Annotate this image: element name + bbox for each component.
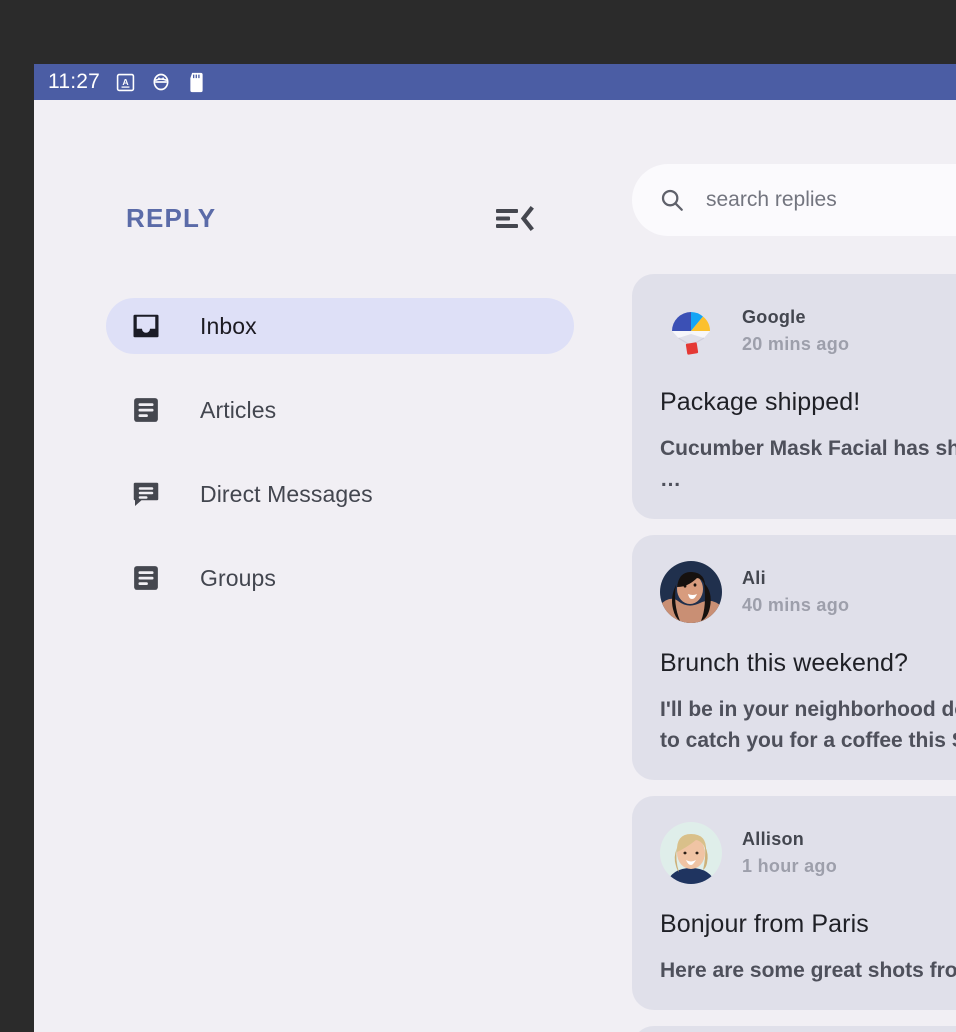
- email-preview-line: Cucumber Mask Facial has shipped.: [660, 437, 956, 460]
- content-column: Google 20 mins ago Package shipped! Cucu…: [600, 100, 956, 1032]
- sidebar-item-label: Inbox: [200, 313, 257, 340]
- email-preview-line: Here are some great shots from my trip..…: [660, 959, 956, 982]
- email-subject: Bonjour from Paris: [660, 910, 956, 939]
- article-icon: [130, 562, 162, 594]
- email-card[interactable]: [632, 1026, 956, 1032]
- email-list: Google 20 mins ago Package shipped! Cucu…: [632, 274, 956, 1032]
- menu-open-icon[interactable]: [494, 200, 536, 236]
- status-clock: 11:27: [48, 70, 100, 94]
- sender-block: Google 20 mins ago: [742, 307, 849, 355]
- email-preview-line: I'll be in your neighborhood doing erran…: [660, 698, 956, 721]
- email-card[interactable]: Allison 1 hour ago Bonjour from Paris He…: [632, 796, 956, 1010]
- sender-time: 40 mins ago: [742, 595, 849, 616]
- chat-bubble-icon: [130, 478, 162, 510]
- sidebar-item-inbox[interactable]: Inbox: [106, 298, 574, 354]
- sidebar-item-groups[interactable]: Groups: [106, 550, 574, 606]
- email-subject: Package shipped!: [660, 388, 956, 417]
- alphabet-badge-icon: A: [116, 73, 135, 92]
- sender-name: Ali: [742, 568, 849, 589]
- email-card[interactable]: Ali 40 mins ago Brunch this weekend? I'l…: [632, 535, 956, 780]
- sd-card-icon: [187, 72, 206, 93]
- sender-time: 20 mins ago: [742, 334, 849, 355]
- nav-header: REPLY: [34, 196, 600, 240]
- search-icon: [658, 186, 686, 214]
- card-header: Allison 1 hour ago: [660, 822, 956, 884]
- email-preview: Here are some great shots from my trip..…: [660, 955, 956, 986]
- sender-block: Ali 40 mins ago: [742, 568, 849, 616]
- email-card[interactable]: Google 20 mins ago Package shipped! Cucu…: [632, 274, 956, 519]
- android-debug-icon: [151, 72, 171, 92]
- article-icon: [130, 394, 162, 426]
- search-bar[interactable]: [632, 164, 956, 236]
- device-screen: 11:27 A: [34, 64, 956, 1032]
- sender-block: Allison 1 hour ago: [742, 829, 837, 877]
- sender-time: 1 hour ago: [742, 856, 837, 877]
- device-frame: 11:27 A: [0, 0, 956, 1032]
- sender-name: Allison: [742, 829, 837, 850]
- sidebar-item-label: Direct Messages: [200, 481, 373, 508]
- navigation-rail: REPLY: [34, 100, 600, 1032]
- nav-list: Inbox Articles: [34, 298, 600, 634]
- app-body: REPLY: [34, 100, 956, 1032]
- inbox-icon: [130, 310, 162, 342]
- ali-photo-avatar: [660, 561, 722, 623]
- search-input[interactable]: [704, 187, 956, 213]
- sidebar-item-label: Articles: [200, 397, 276, 424]
- app-brand-title: REPLY: [126, 203, 216, 234]
- status-bar: 11:27 A: [34, 64, 956, 100]
- sidebar-item-direct-messages[interactable]: Direct Messages: [106, 466, 574, 522]
- email-subject: Brunch this weekend?: [660, 649, 956, 678]
- sidebar-item-articles[interactable]: Articles: [106, 382, 574, 438]
- email-preview: Cucumber Mask Facial has shipped. …: [660, 433, 956, 495]
- email-preview-line: to catch you for a coffee this Saturday.: [660, 725, 956, 756]
- email-preview-line: …: [660, 464, 956, 495]
- email-preview: I'll be in your neighborhood doing erran…: [660, 694, 956, 756]
- svg-text:A: A: [122, 76, 129, 86]
- sidebar-item-label: Groups: [200, 565, 276, 592]
- card-header: Google 20 mins ago: [660, 300, 956, 362]
- sender-name: Google: [742, 307, 849, 328]
- card-header: Ali 40 mins ago: [660, 561, 956, 623]
- allison-photo-avatar: [660, 822, 722, 884]
- google-express-parachute-avatar: [660, 300, 722, 362]
